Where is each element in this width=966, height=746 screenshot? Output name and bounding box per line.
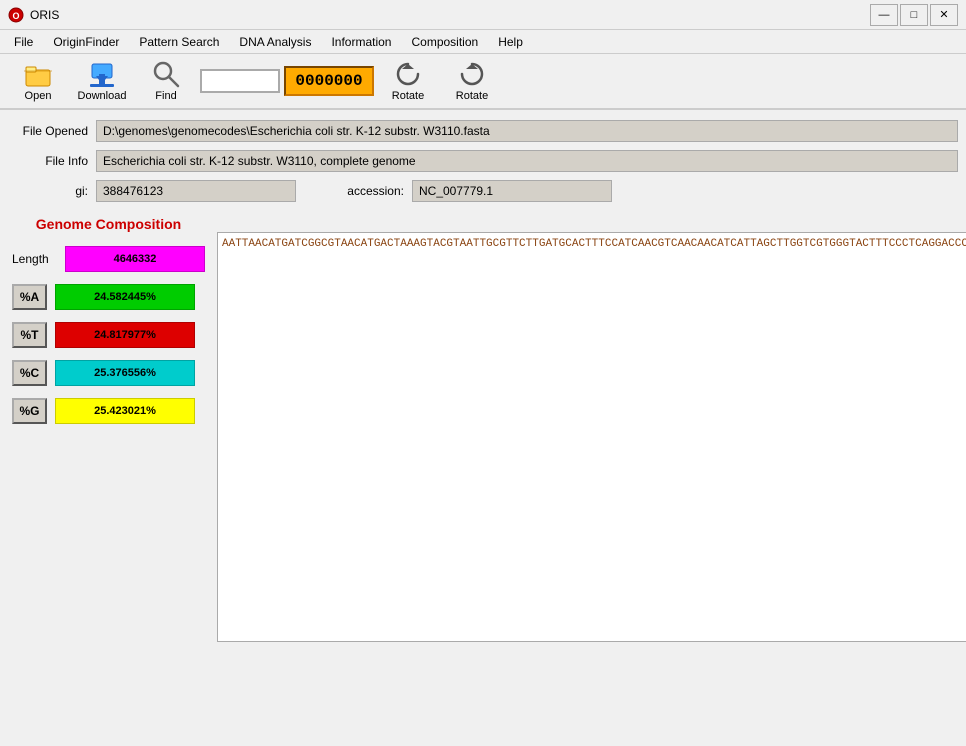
lower-panel: Genome Composition Length 4646332 %A 24.… [8,212,958,642]
main-content: File Opened D:\genomes\genomecodes\Esche… [0,110,966,650]
gi-label: gi: [8,184,88,198]
comp-bar-c: 25.376556% [55,360,195,386]
file-info-value: Escherichia coli str. K-12 substr. W3110… [96,150,958,172]
open-button[interactable]: Open [8,57,68,105]
app-icon: O [8,7,24,23]
rotate-right-button[interactable]: Rotate [442,57,502,105]
menu-pattern-search[interactable]: Pattern Search [129,30,229,53]
open-icon [24,60,52,88]
counter-display: 0000000 [284,66,374,96]
comp-bar-g: 25.423021% [55,398,195,424]
gi-value: 388476123 [96,180,296,202]
download-icon [88,60,116,88]
rotate-left-button[interactable]: Rotate [378,57,438,105]
comp-row-a: %A 24.582445% [12,284,205,310]
title-left: O ORIS [8,7,59,23]
genome-title: Genome [217,212,966,228]
title-controls: — □ ✕ [870,4,958,26]
find-input[interactable] [200,69,280,93]
rotate-right-icon [458,60,486,88]
svg-text:O: O [12,11,19,21]
rotate-left-label: Rotate [392,90,424,102]
file-info-label: File Info [8,154,88,168]
menu-bar: File OriginFinder Pattern Search DNA Ana… [0,30,966,54]
file-opened-label: File Opened [8,124,88,138]
comp-row-t: %T 24.817977% [12,322,205,348]
find-label: Find [155,90,176,102]
comp-bar-a: 24.582445% [55,284,195,310]
file-info-row: File Info Escherichia coli str. K-12 sub… [8,148,958,174]
comp-label-a: %A [12,284,47,310]
comp-label-g: %G [12,398,47,424]
rotate-left-icon [394,60,422,88]
download-label: Download [78,90,127,102]
comp-bar-t: 24.817977% [55,322,195,348]
menu-originfinder[interactable]: OriginFinder [43,30,129,53]
gi-accession-row: gi: 388476123 accession: NC_007779.1 [8,178,958,204]
close-button[interactable]: ✕ [930,4,958,26]
accession-value: NC_007779.1 [412,180,612,202]
menu-composition[interactable]: Composition [401,30,488,53]
length-row: Length 4646332 [12,246,205,272]
genome-text-container: AATTAACATGATCGGCGTAACATGACTAAAGTACGTAATT… [217,232,966,642]
minimize-button[interactable]: — [870,4,898,26]
file-opened-row: File Opened D:\genomes\genomecodes\Esche… [8,118,958,144]
menu-information[interactable]: Information [321,30,401,53]
accession-label: accession: [304,184,404,198]
download-button[interactable]: Download [72,57,132,105]
genome-composition-title: Genome Composition [12,216,205,232]
genome-text[interactable]: AATTAACATGATCGGCGTAACATGACTAAAGTACGTAATT… [218,233,966,641]
composition-panel: Genome Composition Length 4646332 %A 24.… [8,212,209,642]
menu-help[interactable]: Help [488,30,533,53]
rotate-right-label: Rotate [456,90,488,102]
title-bar: O ORIS — □ ✕ [0,0,966,30]
menu-file[interactable]: File [4,30,43,53]
maximize-button[interactable]: □ [900,4,928,26]
find-button[interactable]: Find [136,57,196,105]
toolbar: Open Download Find 0000000 [0,54,966,110]
file-opened-value: D:\genomes\genomecodes\Escherichia coli … [96,120,958,142]
open-label: Open [25,90,52,102]
app-title: ORIS [30,8,59,22]
length-bar: 4646332 [65,246,205,272]
comp-row-c: %C 25.376556% [12,360,205,386]
menu-dna-analysis[interactable]: DNA Analysis [229,30,321,53]
comp-label-c: %C [12,360,47,386]
comp-row-g: %G 25.423021% [12,398,205,424]
genome-panel: Genome AATTAACATGATCGGCGTAACATGACTAAAGTA… [217,212,966,642]
length-label: Length [12,252,57,266]
find-icon [152,60,180,88]
comp-label-t: %T [12,322,47,348]
